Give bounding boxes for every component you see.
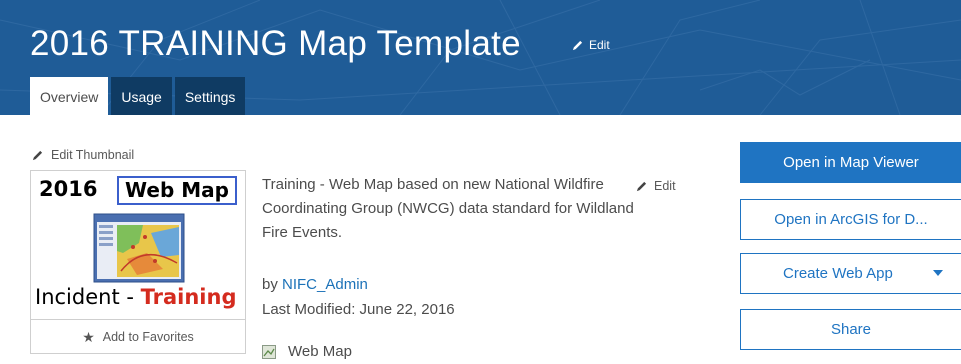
open-in-arcgis-button[interactable]: Open in ArcGIS for D... xyxy=(740,199,961,240)
edit-title-button[interactable]: Edit xyxy=(572,38,610,52)
star-icon: ★ xyxy=(82,328,95,345)
pencil-icon xyxy=(32,150,43,160)
last-modified: Last Modified: June 22, 2016 xyxy=(262,301,455,318)
open-in-map-viewer-button[interactable]: Open in Map Viewer xyxy=(740,142,961,183)
item-type: Web Map xyxy=(262,343,352,360)
edit-title-label: Edit xyxy=(589,38,610,52)
thumbnail-image: 2016 Web Map Incident - Training xyxy=(33,173,243,317)
item-description: Training - Web Map based on new National… xyxy=(262,176,634,241)
share-button[interactable]: Share xyxy=(740,309,961,350)
add-to-favorites-label: Add to Favorites xyxy=(102,330,194,344)
edit-description-label: Edit xyxy=(654,179,676,193)
item-header-banner: 2016 TRAINING Map Template Edit Overview… xyxy=(0,0,961,115)
thumbnail-card: 2016 Web Map Incident - Training ★ Add t… xyxy=(30,170,246,354)
create-web-app-label: Create Web App xyxy=(783,265,893,282)
page-title: 2016 TRAINING Map Template xyxy=(30,24,521,63)
edit-thumbnail-label: Edit Thumbnail xyxy=(51,148,135,162)
create-web-app-button[interactable]: Create Web App xyxy=(740,253,961,294)
owner-prefix: by xyxy=(262,276,283,293)
tab-usage[interactable]: Usage xyxy=(111,77,172,115)
thumbnail-map-graphic xyxy=(93,213,185,283)
thumbnail-incident-text: Incident - Training xyxy=(35,285,236,309)
add-to-favorites-button[interactable]: ★ Add to Favorites xyxy=(31,319,245,354)
thumbnail-webmap-text: Web Map xyxy=(117,176,237,205)
item-owner-line: by NIFC_Admin xyxy=(262,276,368,293)
thumbnail-training-word: Training xyxy=(140,285,237,309)
thumbnail-year-text: 2016 xyxy=(39,177,98,201)
item-tabs: Overview Usage Settings xyxy=(30,77,248,115)
thumbnail-incident-word: Incident - xyxy=(35,285,141,309)
web-map-icon xyxy=(262,344,276,359)
chevron-down-icon[interactable] xyxy=(933,270,943,276)
pencil-icon xyxy=(636,181,647,191)
tab-overview[interactable]: Overview xyxy=(30,77,109,115)
tab-settings[interactable]: Settings xyxy=(174,77,246,115)
item-type-label: Web Map xyxy=(288,343,352,360)
owner-link[interactable]: NIFC_Admin xyxy=(282,276,368,293)
edit-description-button[interactable]: Edit xyxy=(636,179,676,193)
pencil-icon xyxy=(572,40,583,50)
edit-thumbnail-button[interactable]: Edit Thumbnail xyxy=(32,148,134,162)
